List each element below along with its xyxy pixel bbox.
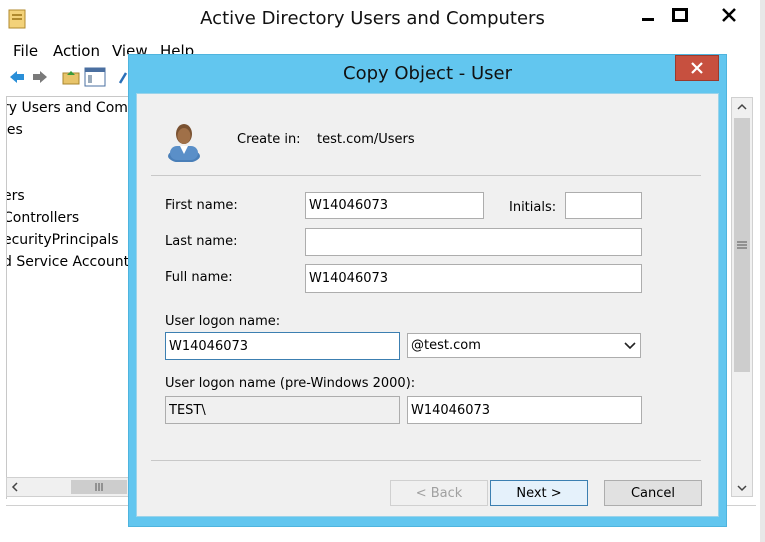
first-name-label: First name: <box>165 198 238 213</box>
full-name-field[interactable] <box>305 264 642 293</box>
domain-value: @test.com <box>411 338 481 353</box>
grip-icon <box>95 483 103 491</box>
next-button[interactable]: Next > <box>490 480 588 506</box>
minimize-button[interactable] <box>630 0 666 30</box>
tree-item-foreign-security-principals[interactable]: ecurityPrincipals <box>7 232 119 248</box>
user-icon <box>168 124 200 162</box>
initials-label: Initials: <box>509 200 557 215</box>
vertical-scrollbar[interactable] <box>731 97 753 497</box>
full-name-label: Full name: <box>165 270 233 285</box>
tree-item-domain-controllers[interactable]: Controllers <box>7 210 79 226</box>
main-titlebar: Active Directory Users and Computers <box>0 0 765 38</box>
pre2000-user-field[interactable] <box>407 396 642 424</box>
last-name-label: Last name: <box>165 234 238 249</box>
maximize-button[interactable] <box>663 0 697 30</box>
back-button[interactable]: < Back <box>390 480 488 506</box>
horizontal-scrollbar[interactable] <box>6 477 129 497</box>
create-in-value: test.com/Users <box>317 132 415 147</box>
tree-item-computers[interactable]: ers <box>7 188 25 204</box>
domain-dropdown[interactable]: @test.com <box>407 333 641 358</box>
back-arrow-icon[interactable] <box>8 69 26 85</box>
first-name-field[interactable] <box>305 192 484 219</box>
maximize-icon <box>672 8 688 22</box>
scroll-left-icon[interactable] <box>10 482 20 492</box>
cancel-button[interactable]: Cancel <box>604 480 702 506</box>
forward-arrow-icon[interactable] <box>31 69 49 85</box>
logon-name-label: User logon name: <box>165 314 281 329</box>
up-folder-icon[interactable] <box>62 69 80 85</box>
close-window-button[interactable] <box>698 0 760 30</box>
logon-name-field[interactable] <box>165 332 400 360</box>
initials-field[interactable] <box>565 192 642 219</box>
last-name-field[interactable] <box>305 228 642 256</box>
minimize-icon <box>642 18 654 21</box>
pre2000-label: User logon name (pre-Windows 2000): <box>165 376 416 391</box>
pre2000-domain-field <box>165 396 400 424</box>
menu-action[interactable]: Action <box>53 42 100 60</box>
tree-pane: ry Users and Comp ies ers Controllers ec… <box>6 96 130 499</box>
close-icon <box>722 8 736 22</box>
vertical-scroll-thumb[interactable] <box>734 118 750 372</box>
menu-file[interactable]: File <box>13 42 38 60</box>
horizontal-scroll-thumb[interactable] <box>71 480 127 494</box>
tree-item-policies[interactable]: ies <box>7 122 23 138</box>
tree-item-root[interactable]: ry Users and Comp <box>7 100 130 116</box>
separator <box>151 175 701 176</box>
scroll-up-icon[interactable] <box>737 102 747 112</box>
tree-item-managed-service-accounts[interactable]: d Service Accounts <box>7 254 130 270</box>
scroll-down-icon[interactable] <box>737 483 747 493</box>
create-in-label: Create in: <box>237 132 301 147</box>
dialog-title: Copy Object - User <box>343 63 512 84</box>
separator <box>151 460 701 461</box>
console-tree-icon[interactable] <box>84 67 106 87</box>
dialog-body: Create in: test.com/Users First name: In… <box>136 93 719 517</box>
close-icon <box>691 62 703 74</box>
dialog-close-button[interactable] <box>675 55 719 81</box>
grip-icon <box>737 241 747 249</box>
chevron-down-icon <box>624 342 636 350</box>
